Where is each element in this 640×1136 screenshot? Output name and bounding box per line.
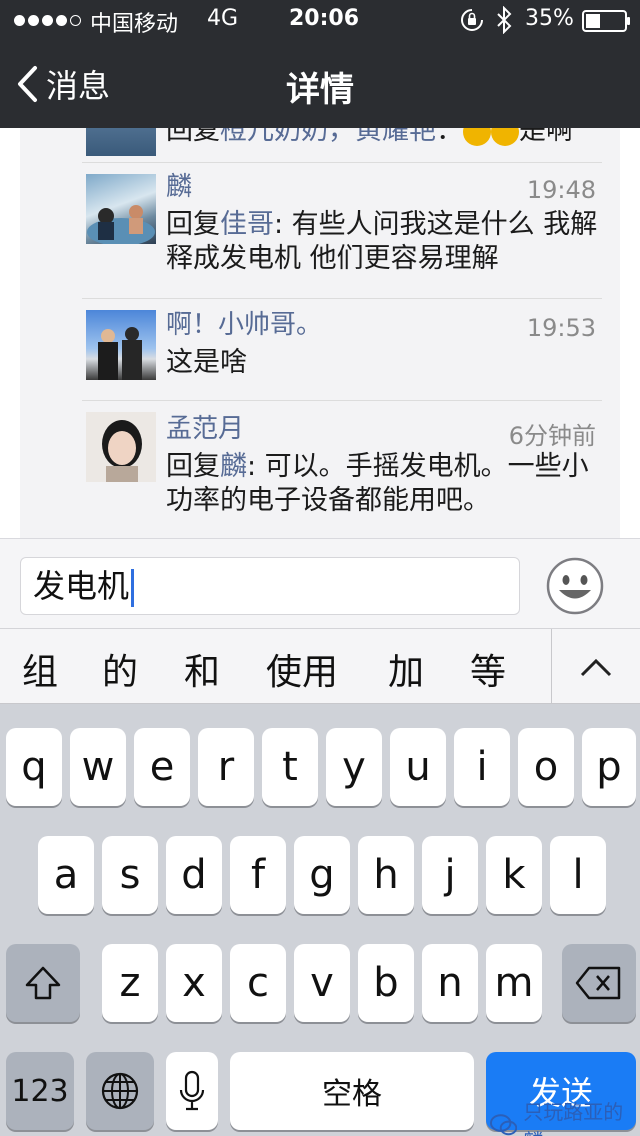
comment-item[interactable]: 回复橙儿奶奶，黄耀艳： 是啊: [20, 128, 620, 162]
comment-input[interactable]: 发电机: [20, 557, 520, 615]
backspace-icon: [575, 966, 621, 1000]
microphone-icon: [179, 1070, 205, 1111]
key-r[interactable]: r: [198, 728, 254, 806]
key-m[interactable]: m: [486, 944, 542, 1022]
watermark: 只玩路亚的麟: [490, 1096, 640, 1136]
globe-icon: [101, 1072, 139, 1110]
comment-list[interactable]: 回复橙儿奶奶，黄耀艳： 是啊 麟 19:48 回复佳哥: 有些人问我这是什么 我解…: [0, 128, 640, 538]
key-w[interactable]: w: [70, 728, 126, 806]
mention-link[interactable]: 佳哥: [220, 209, 274, 240]
page-title: 详情: [286, 70, 354, 110]
comment-author[interactable]: 孟范月: [166, 408, 244, 445]
key-a[interactable]: a: [38, 836, 94, 914]
delete-key[interactable]: [562, 944, 636, 1022]
key-u[interactable]: u: [390, 728, 446, 806]
smiley-icon[interactable]: [546, 557, 604, 615]
key-z[interactable]: z: [102, 944, 158, 1022]
comment-item[interactable]: 啊！小帅哥。 19:53 这是啥: [20, 298, 620, 400]
candidate-word[interactable]: 的: [102, 643, 138, 695]
comment-text: 回复麟: 可以。手摇发电机。一些小功率的电子设备都能用吧。: [166, 451, 589, 516]
key-e[interactable]: e: [134, 728, 190, 806]
keyboard: q w e r t y u i o p a s d f g h j k l z …: [0, 704, 640, 1136]
comment-time: 6分钟前: [508, 422, 596, 450]
key-i[interactable]: i: [454, 728, 510, 806]
wechat-icon: [490, 1114, 518, 1136]
status-bar: 中国移动 4G 20:06 35%: [0, 0, 640, 40]
comment-author[interactable]: 啊！小帅哥。: [166, 304, 322, 341]
key-v[interactable]: v: [294, 944, 350, 1022]
key-s[interactable]: s: [102, 836, 158, 914]
carrier-name: 中国移动: [90, 12, 179, 37]
key-x[interactable]: x: [166, 944, 222, 1022]
battery-percentage: 35%: [525, 6, 574, 31]
key-f[interactable]: f: [230, 836, 286, 914]
key-q[interactable]: q: [6, 728, 62, 806]
key-c[interactable]: c: [230, 944, 286, 1022]
emoji-icon: [491, 128, 519, 146]
top-bar: 中国移动 4G 20:06 35% 消息 详情: [0, 0, 640, 128]
comment-author[interactable]: 麟: [166, 166, 192, 203]
microphone-key[interactable]: [166, 1052, 218, 1130]
watermark-text: 只玩路亚的麟: [523, 1100, 624, 1136]
comment-text: 回复佳哥: 有些人问我这是什么 我解释成发电机 他们更容易理解: [166, 209, 598, 274]
comment-time: 19:48: [526, 176, 596, 204]
comment-item[interactable]: 麟 19:48 回复佳哥: 有些人问我这是什么 我解释成发电机 他们更容易理解: [20, 162, 620, 296]
chevron-up-icon[interactable]: [578, 649, 614, 685]
key-l[interactable]: l: [550, 836, 606, 914]
comment-text: 这是啥: [166, 347, 247, 378]
avatar[interactable]: [86, 412, 156, 482]
space-key[interactable]: 空格: [230, 1052, 474, 1130]
candidate-word[interactable]: 使用: [266, 643, 338, 695]
signal-strength-icon: [14, 15, 81, 26]
comment-item[interactable]: 孟范月 6分钟前 回复麟: 可以。手摇发电机。一些小功率的电子设备都能用吧。: [20, 400, 620, 538]
key-n[interactable]: n: [422, 944, 478, 1022]
key-b[interactable]: b: [358, 944, 414, 1022]
battery-icon: [582, 10, 630, 32]
key-h[interactable]: h: [358, 836, 414, 914]
navigation-bar: 消息 详情: [0, 40, 640, 128]
key-k[interactable]: k: [486, 836, 542, 914]
avatar: [86, 128, 156, 156]
key-d[interactable]: d: [166, 836, 222, 914]
status-time: 20:06: [289, 6, 360, 31]
key-o[interactable]: o: [518, 728, 574, 806]
numbers-key[interactable]: 123: [6, 1052, 74, 1130]
ime-candidate-bar: 组 的 和 使用 加 等: [0, 628, 640, 704]
key-g[interactable]: g: [294, 836, 350, 914]
key-p[interactable]: p: [582, 728, 636, 806]
avatar[interactable]: [86, 174, 156, 244]
comment-time: 19:53: [526, 314, 596, 342]
key-j[interactable]: j: [422, 836, 478, 914]
emoji-icon: [463, 128, 491, 146]
orientation-lock-icon: [461, 9, 483, 31]
network-type: 4G: [207, 6, 239, 31]
candidate-word[interactable]: 加: [388, 643, 424, 695]
candidate-word[interactable]: 等: [470, 643, 506, 695]
shift-key[interactable]: [6, 944, 80, 1022]
mention-link[interactable]: 麟: [220, 451, 247, 482]
key-y[interactable]: y: [326, 728, 382, 806]
globe-key[interactable]: [86, 1052, 154, 1130]
avatar[interactable]: [86, 310, 156, 380]
candidate-word[interactable]: 和: [184, 643, 220, 695]
comment-input-bar: 发电机: [0, 538, 640, 628]
text-cursor: [131, 569, 135, 607]
divider: [551, 629, 552, 704]
candidate-word[interactable]: 组: [22, 643, 58, 695]
bluetooth-icon: [497, 6, 512, 34]
comment-text: 回复橙儿奶奶，黄耀艳： 是啊: [166, 128, 606, 148]
key-t[interactable]: t: [262, 728, 318, 806]
shift-icon: [25, 966, 61, 1000]
